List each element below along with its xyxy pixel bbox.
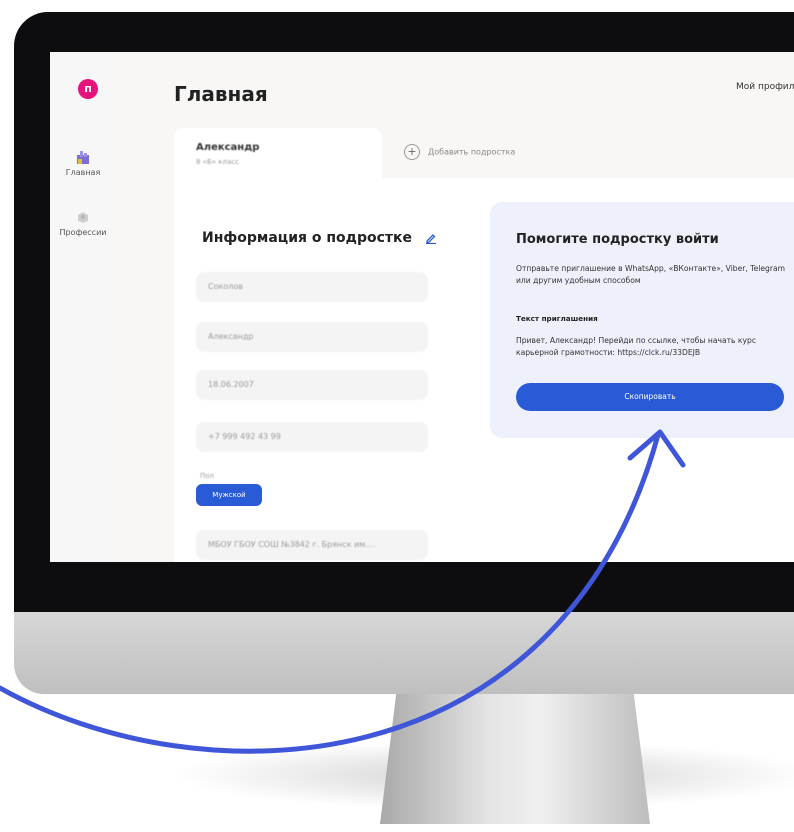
invite-text: Привет, Александр! Перейди по ссылке, чт… [516, 336, 757, 357]
plus-icon: + [404, 144, 420, 160]
app-screen: п Главная Профессии Главная Мой профиль … [50, 52, 794, 562]
info-title-text: Информация о подростке [202, 230, 412, 246]
gender-label: Пол [200, 472, 215, 480]
sidebar-item-professions[interactable]: Профессии [50, 210, 116, 237]
invite-description: Отправьте приглашение в WhatsApp, «ВКонт… [516, 264, 786, 285]
monitor-stand [380, 694, 650, 824]
pencil-icon[interactable] [425, 232, 437, 244]
app-logo[interactable]: п [78, 79, 98, 99]
sidebar-item-home[interactable]: Главная [50, 150, 116, 177]
info-section-title: Информация о подростке [202, 230, 437, 246]
tab-teen-class: 8 «Б» класс [196, 158, 239, 166]
phone-field[interactable]: +7 999 492 43 99 [196, 422, 428, 452]
school-field[interactable]: МБОУ ГБОУ СОШ №3842 г. Брянск им.... [196, 530, 428, 560]
invite-card: Помогите подростку войти Отправьте пригл… [490, 202, 794, 438]
copy-button[interactable]: Скопировать [516, 383, 784, 411]
page-title: Главная [174, 82, 268, 106]
add-teen-label: Добавить подростка [428, 147, 516, 157]
birthdate-field[interactable]: 18.06.2007 [196, 370, 428, 400]
sidebar: п Главная Профессии [50, 52, 116, 562]
sidebar-item-label: Главная [65, 168, 101, 177]
firstname-field[interactable]: Александр [196, 322, 428, 352]
gender-male-button[interactable]: Мужской [196, 484, 262, 506]
sidebar-item-label: Профессии [59, 228, 107, 237]
lastname-field[interactable]: Соколов [196, 272, 428, 302]
invite-text-heading: Текст приглашения [516, 314, 598, 323]
main-area: Главная Мой профиль Александр 8 «Б» клас… [116, 52, 794, 562]
scene: п Главная Профессии Главная Мой профиль … [0, 0, 794, 832]
home-icon [77, 151, 89, 164]
profile-link[interactable]: Мой профиль [736, 82, 794, 92]
invite-title: Помогите подростку войти [516, 232, 719, 247]
tab-teen-name: Александр [196, 142, 260, 153]
professions-icon [78, 212, 88, 223]
add-teen-button[interactable]: + Добавить подростка [404, 144, 515, 160]
